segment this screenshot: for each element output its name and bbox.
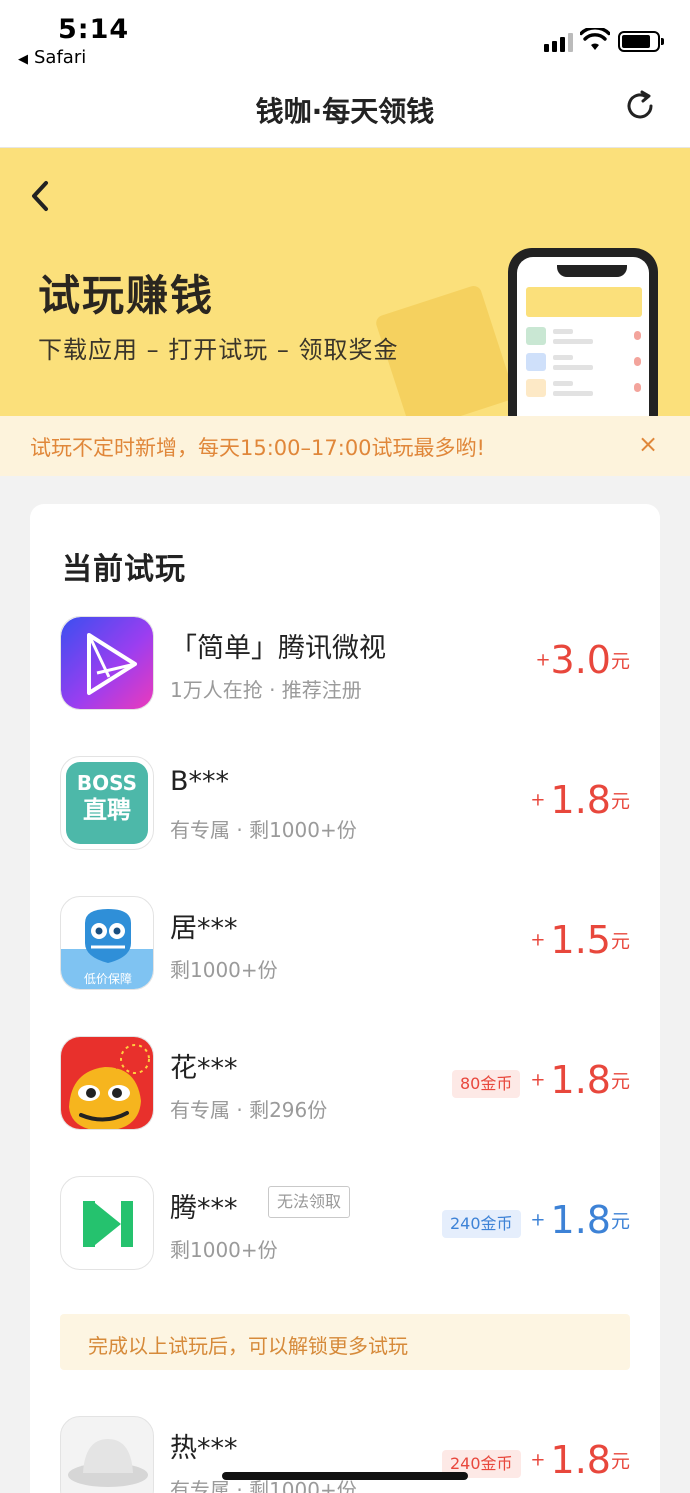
boss-zhipin-icon: BOSS 直聘 (60, 756, 154, 850)
trial-item[interactable]: 热*** 有专属 · 剩1000+份 240金币 + 1.8元 (30, 1416, 660, 1493)
section-title: 当前试玩 (62, 552, 186, 587)
weishi-icon (60, 616, 154, 710)
unlock-text: 完成以上试玩后，可以解锁更多试玩 (88, 1334, 408, 1358)
trial-name: 腾*** (170, 1193, 238, 1224)
reward-amount: + 1.8元 (530, 1198, 630, 1242)
trial-name: 居*** (170, 913, 238, 944)
reward-plus: + (530, 929, 546, 951)
wifi-icon (580, 28, 610, 50)
home-indicator[interactable] (222, 1472, 468, 1480)
owl-icon: 低价保障 (60, 896, 154, 990)
reward-value: 1.8 (550, 1198, 611, 1242)
status-bar: 5:14 ◀ Safari (0, 0, 690, 78)
reward-unit: 元 (610, 790, 630, 813)
lion-dance-icon (60, 1036, 154, 1130)
trial-name: 「简单」腾讯微视 (170, 633, 386, 664)
back-to-app-link[interactable]: ◀ Safari (18, 47, 86, 68)
trial-meta: 1万人在抢 · 推荐注册 (170, 678, 362, 702)
reward-value: 1.8 (550, 1438, 611, 1482)
reward-amount: + 1.8元 (530, 1438, 630, 1482)
notice-text: 试玩不定时新增，每天15:00–17:00试玩最多哟! (30, 436, 485, 460)
reward-unit: 元 (610, 1210, 630, 1233)
reward-plus: + (535, 649, 551, 671)
icon-label: 低价保障 (83, 972, 132, 986)
back-app-label: Safari (34, 47, 87, 68)
reward-plus: + (530, 1069, 546, 1091)
refresh-icon[interactable] (622, 88, 658, 124)
page-title: 钱咖·每天领钱 (255, 95, 435, 128)
unavailable-tag: 无法领取 (268, 1186, 351, 1218)
reward-unit: 元 (610, 1070, 630, 1093)
trial-item[interactable]: BOSS 直聘 B*** 有专属 · 剩1000+份 + 1.8元 (30, 756, 660, 856)
nav-bar: 钱咖·每天领钱 (0, 78, 690, 148)
reward-plus: + (530, 1449, 546, 1471)
trial-meta: 剩1000+份 (170, 958, 278, 982)
icon-label: BOSS (76, 771, 138, 795)
trial-name: B*** (170, 766, 230, 797)
phone-illustration (508, 248, 658, 416)
back-chevron-icon[interactable] (26, 178, 56, 214)
status-time: 5:14 (58, 14, 130, 45)
hero-banner: 试玩赚钱 下载应用 – 打开试玩 – 领取奖金 (0, 148, 690, 416)
battery-icon (618, 31, 664, 52)
reward-amount: + 1.5元 (530, 918, 630, 962)
reward-value: 1.8 (550, 1058, 611, 1102)
hero-title: 试玩赚钱 (38, 271, 215, 320)
reward-unit: 元 (610, 650, 630, 673)
reward-unit: 元 (610, 930, 630, 953)
trial-item[interactable]: 「简单」腾讯微视 1万人在抢 · 推荐注册 +3.0元 (30, 616, 660, 716)
back-triangle-icon: ◀ (18, 52, 28, 67)
trial-meta: 剩1000+份 (170, 1238, 278, 1262)
hat-icon (60, 1416, 154, 1493)
coin-badge: 80金币 (452, 1070, 521, 1098)
trial-item[interactable]: 腾*** 无法领取 剩1000+份 240金币 + 1.8元 (30, 1176, 660, 1276)
trial-card: 当前试玩 「简单」腾讯微视 1万人在抢 · 推荐注册 +3.0元 BOSS 直聘… (30, 504, 660, 1493)
reward-value: 1.8 (550, 778, 611, 822)
close-icon[interactable]: × (638, 430, 658, 458)
trial-meta: 有专属 · 剩296份 (170, 1098, 328, 1122)
tencent-video-icon (60, 1176, 154, 1270)
icon-label: 直聘 (83, 796, 131, 824)
trial-meta: 有专属 · 剩1000+份 (170, 818, 357, 842)
unlock-hint: 完成以上试玩后，可以解锁更多试玩 (60, 1314, 630, 1370)
reward-amount: + 1.8元 (530, 778, 630, 822)
trial-item[interactable]: 低价保障 居*** 剩1000+份 + 1.5元 (30, 896, 660, 996)
reward-value: 1.5 (550, 918, 611, 962)
reward-amount: + 1.8元 (530, 1058, 630, 1102)
reward-plus: + (530, 789, 546, 811)
coin-badge: 240金币 (442, 1210, 521, 1238)
reward-value: 3.0 (550, 638, 611, 682)
reward-amount: +3.0元 (535, 638, 630, 682)
reward-plus: + (530, 1209, 546, 1231)
hero-subtitle: 下载应用 – 打开试玩 – 领取奖金 (38, 336, 399, 364)
trial-item[interactable]: 花*** 有专属 · 剩296份 80金币 + 1.8元 (30, 1036, 660, 1136)
notice-bar: 试玩不定时新增，每天15:00–17:00试玩最多哟! × (0, 416, 690, 476)
cellular-signal-icon (544, 32, 574, 52)
trial-name: 花*** (170, 1053, 238, 1084)
trial-name: 热*** (170, 1433, 238, 1464)
reward-unit: 元 (610, 1450, 630, 1473)
